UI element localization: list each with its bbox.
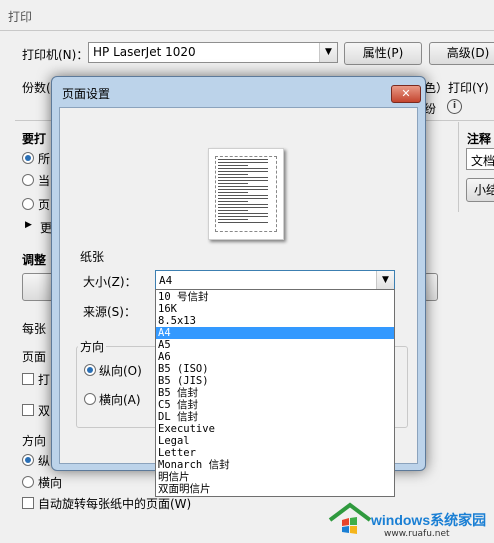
- paper-text-line: [218, 177, 268, 178]
- printer-value: HP LaserJet 1020: [93, 45, 196, 59]
- size-option[interactable]: B5 (JIS): [156, 375, 394, 387]
- duplex-check-label: 双: [38, 404, 51, 418]
- radio-pages-label: 页: [38, 198, 51, 212]
- size-label: 大小(Z)：: [83, 275, 137, 289]
- chevron-down-icon: ▼: [376, 271, 394, 290]
- paper-text-line: [218, 207, 268, 208]
- adjust-heading: 调整: [22, 253, 47, 267]
- paper-text-line: [218, 210, 248, 211]
- size-option[interactable]: Legal: [156, 435, 394, 447]
- properties-button[interactable]: 属性(P): [344, 42, 422, 65]
- advanced-button[interactable]: 高级(D): [429, 42, 494, 65]
- window-title: 打印: [8, 10, 33, 24]
- document-combo-value: 文档: [471, 154, 494, 168]
- dialog-portrait-radio[interactable]: [84, 364, 96, 376]
- radio-page-range[interactable]: [22, 198, 34, 210]
- paper-text-line: [218, 192, 248, 193]
- title-separator: [0, 30, 494, 31]
- paper-preview: [208, 148, 284, 240]
- printer-combo[interactable]: HP LaserJet 1020 ▼: [88, 42, 338, 63]
- paper-text-lines: [215, 156, 277, 232]
- size-option[interactable]: 16K: [156, 303, 394, 315]
- orientation-heading: 方向: [22, 434, 47, 448]
- paper-group-title: 纸张: [80, 250, 105, 264]
- chevron-down-icon: ▼: [319, 43, 337, 62]
- radio-current-page[interactable]: [22, 174, 34, 186]
- printer-label: 打印机(N)：: [22, 48, 89, 62]
- paper-text-line: [218, 186, 268, 187]
- source-label: 来源(S)：: [83, 305, 136, 319]
- paper-text-line: [218, 165, 248, 166]
- size-option[interactable]: DL 信封: [156, 411, 394, 423]
- paper-text-line: [218, 213, 268, 214]
- paper-text-line: [218, 159, 268, 160]
- paper-text-line: [218, 195, 268, 196]
- size-option[interactable]: Letter: [156, 447, 394, 459]
- paper-text-line: [218, 198, 268, 199]
- document-combo[interactable]: 文档: [466, 148, 494, 170]
- paper-text-line: [218, 180, 268, 181]
- portrait-radio[interactable]: [22, 454, 34, 466]
- paper-text-line: [218, 174, 248, 175]
- paper-text-line: [218, 183, 248, 184]
- paper-text-line: [218, 171, 268, 172]
- paper-text-line: [218, 162, 268, 163]
- size-option[interactable]: 10 号信封: [156, 291, 394, 303]
- auto-rotate-checkbox[interactable]: [22, 497, 34, 509]
- auto-rotate-label: 自动旋转每张纸中的页面(W): [38, 497, 192, 511]
- comments-heading: 注释: [467, 132, 492, 146]
- orientation-group-title: 方向: [78, 338, 107, 355]
- print-check-label: 打: [38, 373, 51, 387]
- size-option[interactable]: Executive: [156, 423, 394, 435]
- size-option[interactable]: A5: [156, 339, 394, 351]
- paper-text-line: [218, 204, 268, 205]
- info-icon[interactable]: i: [447, 99, 462, 114]
- paper-text-line: [218, 189, 268, 190]
- size-option[interactable]: Monarch 信封: [156, 459, 394, 471]
- size-option[interactable]: 明信片: [156, 471, 394, 483]
- paper-text-line: [218, 222, 268, 223]
- range-heading: 要打: [22, 132, 47, 146]
- paper-text-line: [218, 216, 268, 217]
- adjust-right-button[interactable]: [424, 273, 438, 301]
- per-sheet-label: 每张: [22, 322, 47, 336]
- watermark-brand: windows系统家园: [371, 512, 487, 528]
- print-checkbox[interactable]: [22, 373, 34, 385]
- portrait-label: 纵: [38, 454, 51, 468]
- size-option[interactable]: 双面明信片: [156, 483, 394, 495]
- size-combo-value: A4: [159, 274, 173, 287]
- landscape-radio[interactable]: [22, 476, 34, 488]
- size-option[interactable]: C5 信封: [156, 399, 394, 411]
- dialog-title: 页面设置: [62, 87, 111, 101]
- summary-button[interactable]: 小结: [466, 178, 494, 202]
- watermark-url: www.ruafu.net: [384, 529, 450, 539]
- size-combo[interactable]: A4 ▼: [155, 270, 395, 291]
- comments-divider: [458, 122, 459, 212]
- watermark-house-icon: [328, 502, 372, 534]
- duplex-checkbox[interactable]: [22, 404, 34, 416]
- paper-text-line: [218, 219, 248, 220]
- close-icon[interactable]: ✕: [391, 85, 421, 103]
- size-option[interactable]: 8.5x13: [156, 315, 394, 327]
- paper-text-line: [218, 168, 268, 169]
- size-dropdown-list[interactable]: 10 号信封 16K 8.5x13 A4 A5 A6 B5 (ISO) B5 (JIS) B5 …: [155, 289, 395, 497]
- size-option[interactable]: B5 (ISO): [156, 363, 394, 375]
- dialog-portrait-label: 纵向(O): [99, 364, 142, 378]
- dialog-landscape-radio[interactable]: [84, 393, 96, 405]
- copies-label: 份数(: [22, 81, 51, 95]
- size-option[interactable]: A4: [156, 327, 394, 339]
- radio-all-label: 所: [38, 152, 51, 166]
- watermark-logo: windows系统家园 www.ruafu.net: [326, 502, 494, 543]
- landscape-label: 横向: [38, 476, 63, 490]
- paper-text-line: [218, 201, 248, 202]
- radio-current-label: 当: [38, 174, 51, 188]
- size-option[interactable]: A6: [156, 351, 394, 363]
- size-option[interactable]: B5 信封: [156, 387, 394, 399]
- page-order-label: 页面: [22, 350, 47, 364]
- radio-all-pages[interactable]: [22, 152, 34, 164]
- dialog-landscape-label: 横向(A): [99, 393, 141, 407]
- color-option-text: 色）打印(Y): [424, 81, 489, 95]
- expand-arrow-icon[interactable]: ▶: [25, 220, 32, 230]
